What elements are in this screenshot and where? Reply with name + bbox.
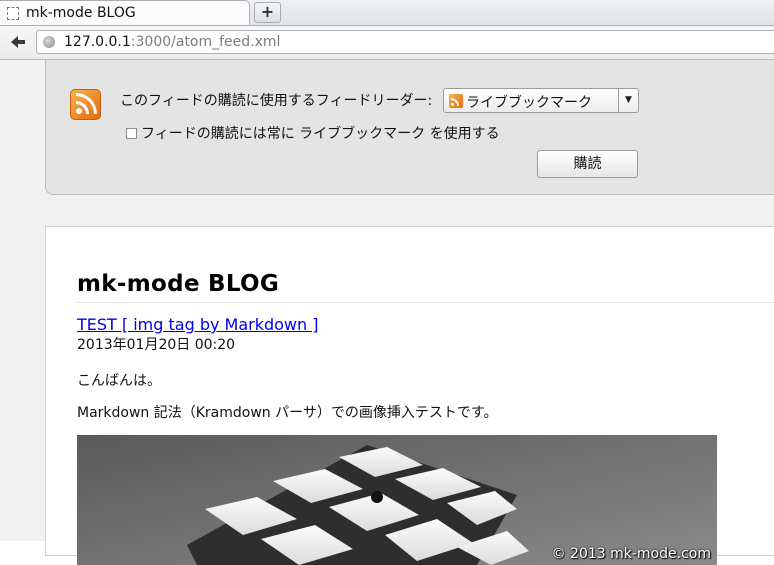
always-use-checkbox[interactable] <box>126 128 137 139</box>
chevron-down-icon[interactable]: ▼ <box>618 89 638 112</box>
url-host: 127.0.0.1 <box>64 34 131 50</box>
feed-reader-select[interactable]: ライブブックマーク ▼ <box>443 88 639 113</box>
address-bar[interactable]: 127.0.0.1:3000/atom_feed.xml <box>36 30 774 54</box>
always-use-label[interactable]: フィードの購読には常に ライブブックマーク を使用する <box>141 126 500 142</box>
feed-title: mk-mode BLOG <box>77 271 774 303</box>
tab-mk-mode-blog[interactable]: mk-mode BLOG <box>0 0 250 25</box>
always-use-row: フィードの購読には常に ライブブックマーク を使用する <box>126 123 500 143</box>
entry-paragraph: こんばんは。 <box>77 373 161 389</box>
tab-strip: mk-mode BLOG + <box>0 0 774 26</box>
url-path: :3000/atom_feed.xml <box>130 34 281 50</box>
feed-content: mk-mode BLOG TEST [ img tag by Markdown … <box>45 226 774 565</box>
back-button[interactable] <box>7 32 29 52</box>
page-viewport: このフィードの購読に使用するフィードリーダー: ライブブックマーク ▼ フィード… <box>0 60 774 565</box>
url-text: 127.0.0.1:3000/atom_feed.xml <box>64 34 280 50</box>
feed-reader-selected: ライブブックマーク <box>466 95 592 111</box>
globe-icon <box>43 36 55 48</box>
feed-subscribe-panel: このフィードの購読に使用するフィードリーダー: ライブブックマーク ▼ フィード… <box>45 60 774 195</box>
entry-paragraph: Markdown 記法（Kramdown パーサ）での画像挿入テストです。 <box>77 405 498 421</box>
page-icon <box>7 7 19 20</box>
back-arrow-icon <box>11 36 25 48</box>
rss-feed-icon <box>70 89 101 120</box>
subscribe-button[interactable]: 購読 <box>537 150 638 178</box>
entry-image-rubiks-cube: © 2013 mk-mode.com <box>77 435 717 565</box>
entry-date: 2013年01月20日 00:20 <box>77 337 236 353</box>
entry-title-link[interactable]: TEST [ img tag by Markdown ] <box>77 315 318 334</box>
image-watermark: © 2013 mk-mode.com <box>551 546 711 562</box>
reader-label: このフィードの購読に使用するフィードリーダー: <box>120 93 433 109</box>
rss-feed-icon <box>449 94 463 108</box>
tab-title: mk-mode BLOG <box>26 5 136 21</box>
navigation-toolbar: 127.0.0.1:3000/atom_feed.xml <box>0 26 774 60</box>
new-tab-button[interactable]: + <box>254 2 281 23</box>
